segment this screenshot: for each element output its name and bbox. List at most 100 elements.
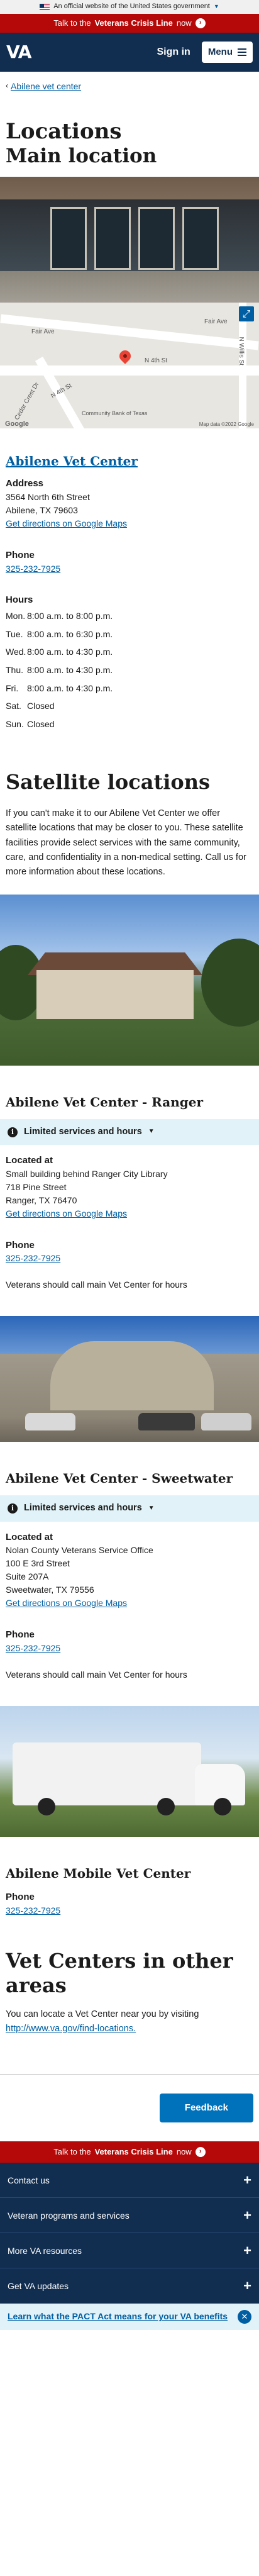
page-title: Locations: [6, 119, 122, 145]
address-line: Small building behind Ranger City Librar…: [6, 1168, 168, 1179]
menu-label: Menu: [207, 47, 233, 58]
phone-link[interactable]: 325-232-7925: [6, 1905, 60, 1915]
ranger-limited-services-alert[interactable]: i Limited services and hours ▼: [0, 1119, 259, 1146]
map-pin-icon[interactable]: [117, 348, 133, 365]
location-map[interactable]: Fair Ave Fair Ave N 4th St N 4th St Ceda…: [0, 303, 259, 429]
close-icon[interactable]: ✕: [238, 2310, 251, 2324]
chevron-down-icon: ▼: [148, 1504, 155, 1512]
chevron-down-icon: ▼: [213, 3, 219, 10]
hours-day: Mon.: [6, 611, 26, 622]
footer-crisis-line[interactable]: Talk to the Veterans Crisis Line now ›: [0, 2141, 259, 2163]
expand-map-icon[interactable]: ⤢: [239, 306, 254, 322]
plus-icon: +: [243, 2277, 251, 2294]
hours-day: Wed.: [6, 647, 26, 657]
window: [50, 207, 87, 270]
sweetwater-limited-services-alert[interactable]: i Limited services and hours ▼: [0, 1495, 259, 1522]
window: [182, 207, 219, 270]
main-location-heading: Main location: [6, 145, 157, 168]
gov-banner-text: An official website of the United States…: [53, 3, 210, 11]
ranger-name: Abilene Vet Center - Ranger: [6, 1095, 203, 1110]
window: [138, 207, 175, 270]
other-areas-sentence: You can locate a Vet Center near you by …: [6, 2009, 199, 2020]
ranger-photo: [0, 895, 259, 1066]
phone-label: Phone: [6, 1891, 35, 1902]
main-location-name[interactable]: Abilene Vet Center: [6, 452, 138, 471]
menu-button[interactable]: Menu: [201, 42, 253, 63]
sign-in-button[interactable]: Sign in: [157, 45, 190, 59]
directions-link[interactable]: Get directions on Google Maps: [6, 518, 127, 528]
info-icon: i: [8, 1503, 18, 1514]
site-header: VA Sign in Menu: [0, 33, 259, 72]
site-footer: Talk to the Veterans Crisis Line now › C…: [0, 2141, 259, 2331]
car: [201, 1413, 251, 1431]
crisis-suffix: now: [176, 18, 192, 28]
arrow-right-icon: ›: [195, 18, 206, 28]
hours-day: Fri.: [6, 683, 19, 693]
car: [25, 1413, 75, 1431]
hours-time: Closed: [27, 719, 55, 730]
map-label: Map data ©2022 Google: [199, 421, 254, 428]
address-line: Nolan County Veterans Service Office: [6, 1545, 153, 1556]
feedback-button[interactable]: Feedback: [159, 2094, 253, 2123]
hours-time: 8:00 a.m. to 4:30 p.m.: [27, 665, 113, 676]
hours-day: Thu.: [6, 665, 24, 676]
address-line: Sweetwater, TX 79556: [6, 1585, 94, 1595]
other-areas-heading: Vet Centers in other areas: [6, 1949, 233, 1997]
phone-label: Phone: [6, 549, 35, 560]
crisis-prefix: Talk to the: [53, 18, 91, 28]
plus-icon: +: [243, 2172, 251, 2188]
hours-row: Tue. 8:00 a.m. to 6:30 p.m.: [6, 625, 253, 644]
alert-text: Limited services and hours: [24, 1127, 142, 1137]
hours-label: Hours: [6, 594, 33, 606]
building: [50, 1341, 214, 1411]
sweetwater-name: Abilene Vet Center - Sweetwater: [6, 1471, 233, 1486]
footer-item-contact-us[interactable]: Contact us +: [0, 2163, 259, 2199]
pact-act-link[interactable]: Learn what the PACT Act means for your V…: [8, 2311, 228, 2323]
footer-item-programs[interactable]: Veteran programs and services +: [0, 2198, 259, 2234]
phone-link[interactable]: 325-232-7925: [6, 1253, 60, 1263]
satellite-heading: Satellite locations: [6, 769, 211, 794]
divider: [0, 2074, 259, 2075]
sweetwater-note: Veterans should call main Vet Center for…: [6, 1669, 187, 1680]
breadcrumb-link[interactable]: Abilene vet center: [11, 80, 81, 92]
official-gov-banner[interactable]: An official website of the United States…: [0, 0, 259, 14]
plus-icon: +: [243, 2242, 251, 2258]
map-label: Google: [5, 420, 29, 428]
hours-row: Sun. Closed: [6, 715, 253, 733]
other-areas-text: You can locate a Vet Center near you by …: [6, 2007, 253, 2036]
phone-link[interactable]: 325-232-7925: [6, 564, 60, 574]
address-line: 718 Pine Street: [6, 1181, 67, 1192]
hours-row: Sat. Closed: [6, 697, 253, 715]
alert-text: Limited services and hours: [24, 1503, 142, 1514]
main-location-photo: [0, 177, 259, 303]
mobile-name: Abilene Mobile Vet Center: [6, 1865, 191, 1881]
hours-row: Mon. 8:00 a.m. to 8:00 p.m.: [6, 607, 253, 625]
window: [94, 207, 131, 270]
arrow-right-icon: ›: [195, 2147, 206, 2158]
hours-time: 8:00 a.m. to 6:30 p.m.: [27, 628, 113, 639]
map-label: Fair Ave: [31, 328, 55, 336]
pact-act-banner[interactable]: Learn what the PACT Act means for your V…: [0, 2304, 259, 2331]
crisis-line-banner[interactable]: Talk to the Veterans Crisis Line now ›: [0, 14, 259, 33]
footer-item-label: More VA resources: [8, 2245, 82, 2256]
va-logo[interactable]: VA: [6, 40, 31, 65]
crisis-prefix: Talk to the: [53, 2146, 91, 2156]
footer-item-label: Get VA updates: [8, 2280, 69, 2291]
hours-day: Sun.: [6, 719, 24, 730]
directions-link[interactable]: Get directions on Google Maps: [6, 1598, 127, 1608]
directions-link[interactable]: Get directions on Google Maps: [6, 1208, 127, 1218]
map-label: Fair Ave: [204, 318, 228, 326]
chevron-left-icon: ‹: [6, 81, 8, 91]
phone-label: Phone: [6, 1629, 35, 1640]
address-line: Ranger, TX 76470: [6, 1195, 77, 1205]
map-label: Community Bank of Texas: [82, 410, 148, 417]
footer-item-resources[interactable]: More VA resources +: [0, 2233, 259, 2269]
phone-link[interactable]: 325-232-7925: [6, 1643, 60, 1653]
mobile-vet-center-photo: [0, 1705, 259, 1837]
address-line: 100 E 3rd Street: [6, 1558, 70, 1569]
find-locations-link[interactable]: http://www.va.gov/find-locations.: [6, 2024, 136, 2034]
satellite-intro: If you can't make it to our Abilene Vet …: [6, 808, 246, 877]
car: [138, 1413, 195, 1431]
building: [36, 970, 194, 1020]
footer-item-updates[interactable]: Get VA updates +: [0, 2268, 259, 2304]
